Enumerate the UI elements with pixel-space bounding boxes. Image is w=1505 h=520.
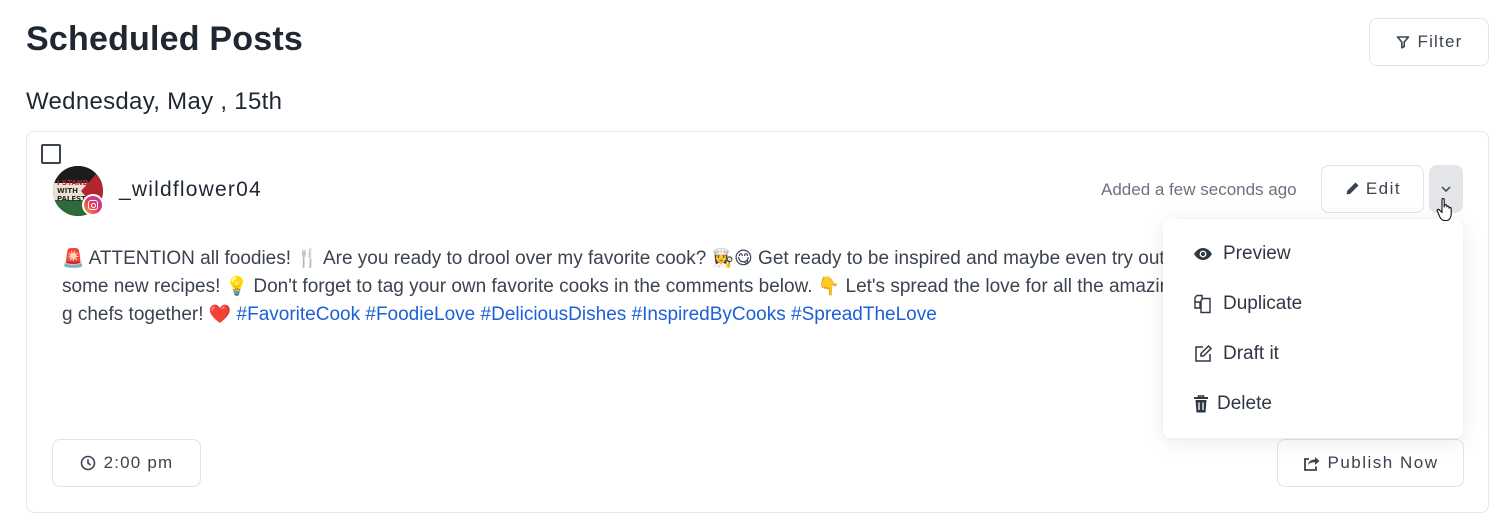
woman-cook-emoji: 👩‍🍳	[711, 248, 735, 269]
share-icon	[1303, 456, 1319, 471]
publish-now-button[interactable]: Publish Now	[1277, 439, 1464, 487]
pointing-down-emoji: 👇	[817, 276, 841, 297]
red-heart-emoji: ❤️	[208, 304, 232, 325]
menu-item-label: Delete	[1217, 393, 1272, 414]
added-timestamp: Added a few seconds ago	[1101, 180, 1297, 199]
trash-icon	[1194, 395, 1208, 413]
post-content: 🚨 ATTENTION all foodies! 🍴 Are you ready…	[62, 245, 1172, 329]
publish-now-label: Publish Now	[1327, 453, 1439, 472]
account-username[interactable]: _wildflower04	[119, 178, 262, 202]
chevron-down-icon	[1441, 186, 1451, 192]
menu-item-duplicate[interactable]: Duplicate	[1163, 279, 1463, 329]
clock-icon	[80, 455, 95, 471]
hashtag-link[interactable]: #DeliciousDishes	[481, 304, 627, 325]
hashtag-link[interactable]: #FoodieLove	[365, 304, 475, 325]
page-title: Scheduled Posts	[26, 20, 303, 58]
hashtag-link[interactable]: #FavoriteCook	[237, 304, 361, 325]
filter-icon	[1396, 36, 1409, 49]
menu-item-label: Preview	[1223, 243, 1291, 264]
eye-icon	[1194, 248, 1212, 260]
light-bulb-emoji: 💡	[225, 276, 249, 297]
post-text-segment: ATTENTION all foodies!	[84, 248, 297, 269]
schedule-time: 2:00 pm	[103, 453, 174, 472]
menu-item-label: Draft it	[1223, 343, 1279, 364]
post-options-menu: Preview Duplicate Draft it Delete	[1163, 219, 1463, 438]
duplicate-icon	[1194, 294, 1211, 314]
hashtag-link[interactable]: #SpreadTheLove	[791, 304, 937, 325]
siren-emoji: 🚨	[62, 248, 85, 269]
post-text-segment: Are you ready to drool over my favorite …	[318, 248, 712, 269]
edit-square-icon	[1195, 344, 1213, 362]
fork-knife-emoji: 🍴	[296, 248, 319, 269]
pencil-icon	[1346, 182, 1359, 195]
post-select-checkbox[interactable]	[41, 144, 61, 164]
hashtag-link[interactable]: #InspiredByCooks	[632, 304, 786, 325]
schedule-time-button[interactable]: 2:00 pm	[52, 439, 201, 487]
filter-button[interactable]: Filter	[1369, 18, 1489, 66]
hand-cursor-icon	[1436, 198, 1452, 222]
menu-item-draft[interactable]: Draft it	[1163, 329, 1463, 379]
edit-label: Edit	[1365, 179, 1402, 198]
date-heading: Wednesday, May , 15th	[26, 88, 283, 115]
post-text-segment: Don't forget to tag your own favorite co…	[248, 276, 818, 297]
yum-face-emoji: 😋	[734, 248, 753, 269]
menu-item-label: Duplicate	[1223, 293, 1303, 314]
edit-button[interactable]: Edit	[1321, 165, 1424, 213]
instagram-icon	[82, 194, 104, 216]
menu-item-delete[interactable]: Delete	[1163, 379, 1463, 429]
filter-label: Filter	[1417, 32, 1463, 51]
menu-item-preview[interactable]: Preview	[1163, 229, 1463, 279]
